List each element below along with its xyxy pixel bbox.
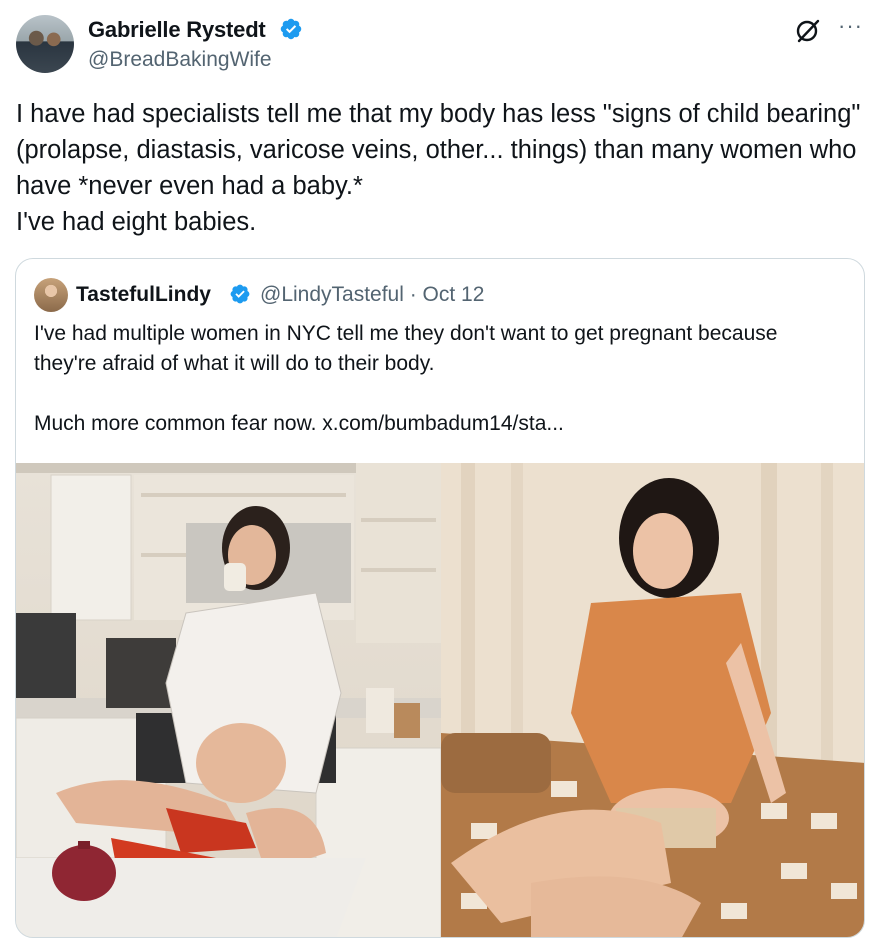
tweet-text: I have had specialists tell me that my b… [16,100,861,236]
verified-badge-icon [280,18,302,40]
verified-badge-icon [230,284,250,304]
quoted-tweet-text: I've had multiple women in NYC tell me t… [34,322,778,435]
grok-icon[interactable] [793,16,823,46]
quoted-photo-kitchen[interactable] [16,463,441,937]
more-icon[interactable]: ··· [838,15,863,37]
author-name[interactable]: Gabrielle Rystedt [88,17,266,43]
quoted-handle-date[interactable]: @LindyTasteful · Oct 12 [260,283,484,307]
author-avatar[interactable] [16,15,74,73]
quoted-author-name[interactable]: TastefulLindy [76,283,211,307]
author-handle[interactable]: @BreadBakingWife [88,48,272,72]
quoted-photo-bed[interactable] [441,463,864,937]
quoted-tweet-card[interactable]: TastefulLindy @LindyTasteful · Oct 12 I'… [15,258,865,938]
quoted-author-avatar[interactable] [34,278,68,312]
